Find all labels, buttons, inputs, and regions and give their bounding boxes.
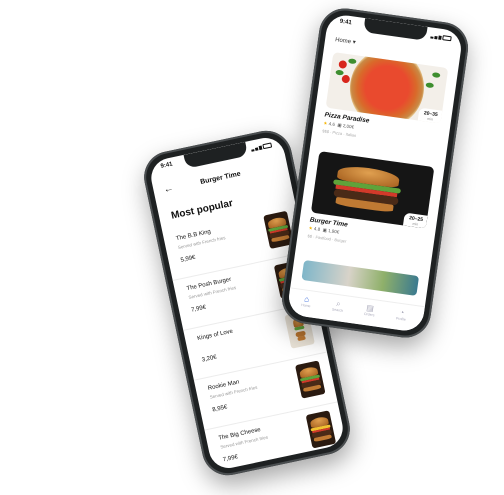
- menu-item-price: 8,95€: [211, 404, 228, 414]
- tab-search[interactable]: ⌕ Search: [325, 298, 351, 314]
- signal-battery-icon: [250, 141, 273, 152]
- delivery-icon: ▣: [322, 227, 328, 233]
- tab-home[interactable]: ⌂ Home: [294, 293, 320, 309]
- status-time: 9:41: [160, 161, 174, 170]
- menu-item-price: 7,99€: [190, 304, 207, 314]
- restaurant-card[interactable]: 20–35 min Pizza Paradise ★ 4.6 ▣ 2,00€ $…: [322, 52, 449, 149]
- menu-item-photo: [305, 410, 337, 449]
- menu-item-price: 7,99€: [222, 454, 239, 464]
- mockup-scene: 9:41 ← Burger Time Most popular The B.B …: [0, 0, 504, 495]
- location-selector[interactable]: Home ▾: [335, 36, 356, 46]
- tab-profile[interactable]: ◔ Profile: [389, 306, 415, 322]
- restaurant-card[interactable]: 20–25 min Burger Time ★ 4.8 ▣ 1,90€ $$ ·…: [307, 151, 435, 254]
- menu-item-price: 5,99€: [180, 254, 197, 264]
- eta-badge: 20–25 min: [403, 212, 428, 229]
- menu-item-price: 3,20€: [201, 354, 218, 364]
- eta-badge: 20–35 min: [417, 107, 443, 124]
- tab-orders[interactable]: ▤ Orders: [357, 302, 383, 318]
- phone-right: 9:41 Home ▾ 20–35 min Pizza Paradise ★ 4…: [278, 5, 472, 341]
- rating: 4.8: [313, 226, 321, 232]
- menu-item-photo: [295, 360, 326, 399]
- rating: 4.6: [328, 121, 336, 127]
- restaurant-photo: 20–35 min: [325, 52, 449, 124]
- restaurant-photo: 20–25 min: [310, 151, 435, 229]
- status-time: 9:41: [339, 18, 353, 27]
- signal-battery-icon: [430, 32, 453, 42]
- phone-right-screen: 9:41 Home ▾ 20–35 min Pizza Paradise ★ 4…: [286, 13, 464, 333]
- delivery-fee: 2,00€: [342, 123, 355, 130]
- delivery-fee: 1,90€: [327, 228, 340, 235]
- menu-item-name: Kings of Love: [196, 328, 234, 343]
- delivery-icon: ▣: [337, 122, 343, 128]
